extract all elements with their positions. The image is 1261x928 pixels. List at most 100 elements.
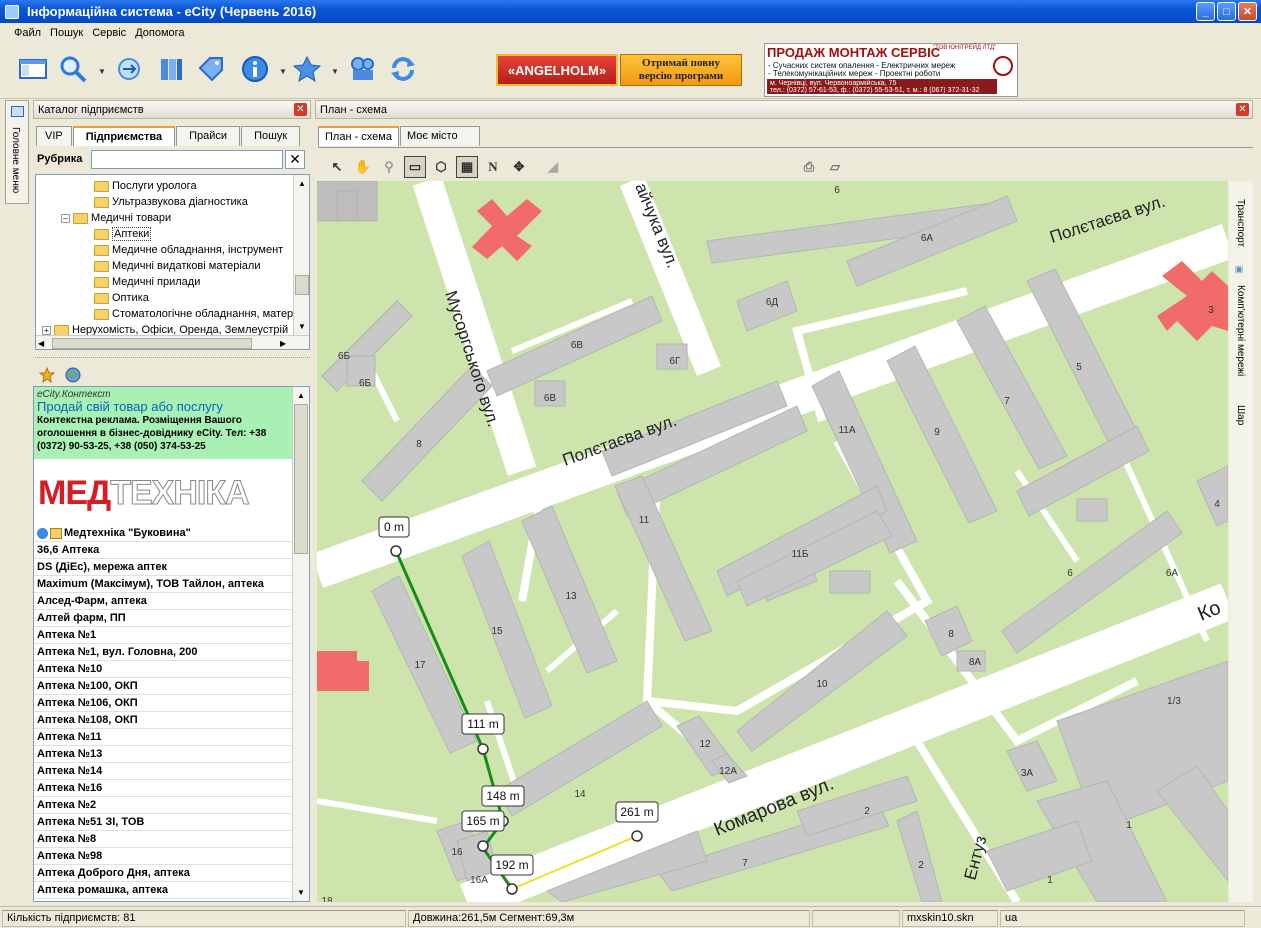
scroll-thumb[interactable] xyxy=(295,275,309,295)
list-item[interactable]: 36,6 Аптека xyxy=(34,542,292,559)
list-item[interactable]: Аптека №10 xyxy=(34,661,292,678)
tab-search[interactable]: Пошук xyxy=(241,126,301,146)
list-item[interactable]: Аптека Доброго Дня, аптека xyxy=(34,865,292,882)
tab-prices[interactable]: Прайси xyxy=(176,126,241,146)
menu-help[interactable]: Допомога xyxy=(135,27,184,39)
list-item[interactable]: DS (ДіЕс), мережа аптек xyxy=(34,559,292,576)
search-dropdown-arrow[interactable]: ▼ xyxy=(98,67,106,76)
menu-file[interactable]: Файл xyxy=(14,27,41,39)
film-icon[interactable] xyxy=(346,53,380,85)
cube-3d-icon[interactable]: ⬡ xyxy=(430,156,452,178)
tree-item-urology[interactable]: Послуги уролога xyxy=(94,178,197,194)
scroll-right-icon[interactable]: ▶ xyxy=(280,339,286,348)
scroll-up-icon[interactable]: ▲ xyxy=(294,175,309,191)
globe-icon[interactable] xyxy=(65,367,81,383)
tree-item-pharmacies[interactable]: Аптеки xyxy=(94,226,152,242)
list-item[interactable]: Аптека №11 xyxy=(34,729,292,746)
city-map[interactable]: Полєтаєва вул. Мусоргського вул. Полєтає… xyxy=(317,181,1228,902)
list-item[interactable]: Аптека №106, ОКП xyxy=(34,695,292,712)
tree-item-ultrasound[interactable]: Ультразвукова діагностика xyxy=(94,194,248,210)
context-ad-headline: Продай свій товар або послугу xyxy=(37,399,223,414)
maximize-button[interactable]: □ xyxy=(1217,2,1236,21)
price-tag-icon[interactable] xyxy=(194,53,228,85)
list-item[interactable]: Алтей фарм, ПП xyxy=(34,610,292,627)
rubric-input[interactable] xyxy=(91,150,283,169)
list-item[interactable]: Алсед-Фарм, аптека xyxy=(34,593,292,610)
menu-service[interactable]: Сервіс xyxy=(92,27,126,39)
close-button[interactable]: ✕ xyxy=(1238,2,1257,21)
tree-vertical-scrollbar[interactable]: ▲ ▼ xyxy=(293,175,309,335)
expand-icon[interactable]: + xyxy=(42,325,51,335)
zoom-icon[interactable]: ⚲ xyxy=(378,156,400,178)
list-vertical-scrollbar[interactable]: ▲ ▼ xyxy=(292,387,309,901)
list-item[interactable]: Аптека №108, ОКП xyxy=(34,712,292,729)
scroll-down-icon[interactable]: ▼ xyxy=(293,884,309,900)
list-item[interactable]: Maximum (Максімум), ТОВ Тайлон, аптека xyxy=(34,576,292,593)
scroll-left-icon[interactable]: ◀ xyxy=(38,339,44,348)
list-item[interactable]: Аптека №8 xyxy=(34,831,292,848)
list-item[interactable]: Аптека №13 xyxy=(34,746,292,763)
catalog-close-icon[interactable]: ✕ xyxy=(294,103,307,116)
tab-vip[interactable]: VIP xyxy=(36,126,72,146)
tab-enterprises[interactable]: Підприємства xyxy=(72,126,176,146)
tab-computer-networks[interactable]: Комп'ютерні мережі xyxy=(1235,285,1246,376)
collapse-icon[interactable]: – xyxy=(61,213,70,223)
hscroll-thumb[interactable] xyxy=(52,338,252,349)
eraser-icon[interactable]: ◢ xyxy=(542,156,564,178)
favorites-star-icon[interactable] xyxy=(290,53,324,85)
catalog-books-icon[interactable] xyxy=(154,53,188,85)
tab-layer[interactable]: Шар xyxy=(1235,405,1246,425)
tree-horizontal-scrollbar[interactable]: ◀ ▶ xyxy=(36,335,309,349)
list-item[interactable]: Медтехніка "Буковина" xyxy=(34,525,292,542)
pointer-icon[interactable]: ↖ xyxy=(326,156,348,178)
list-item[interactable]: Аптека №1 xyxy=(34,627,292,644)
export-icon[interactable]: ▱ xyxy=(824,156,846,178)
tab-plan-scheme[interactable]: План - схема xyxy=(318,126,399,146)
tree-item-optics[interactable]: Оптика xyxy=(94,290,149,306)
list-item[interactable]: Аптека №100, ОКП xyxy=(34,678,292,695)
unitrade-banner[interactable]: ПРОДАЖ МОНТАЖ СЕРВІС "ТОВ ЮНІТРЕЙД ЛТД" … xyxy=(764,43,1018,97)
list-item[interactable]: Аптека №14 xyxy=(34,763,292,780)
scroll-up-icon[interactable]: ▲ xyxy=(293,387,309,403)
tree-item-equipment[interactable]: Медичне обладнання, інструмент xyxy=(94,242,283,258)
list-item[interactable]: Аптека ромашка, аптека xyxy=(34,882,292,899)
info-dropdown-arrow[interactable]: ▼ xyxy=(279,67,287,76)
grid-icon[interactable]: ▦ xyxy=(456,156,478,178)
scroll-down-icon[interactable]: ▼ xyxy=(294,318,309,334)
list-item[interactable]: Аптека №16 xyxy=(34,780,292,797)
menu-search[interactable]: Пошук xyxy=(50,27,83,39)
angelholm-ad[interactable]: «ANGELHOLM» xyxy=(496,54,618,86)
move-arrows-icon[interactable]: ✥ xyxy=(508,156,530,178)
full-version-ad[interactable]: Отримай повну версію програми xyxy=(620,54,742,86)
main-menu-strip[interactable]: Головне меню xyxy=(5,100,29,204)
context-ad[interactable]: eCity.Контекст Продай свій товар або пос… xyxy=(34,387,292,459)
search-icon[interactable] xyxy=(56,53,90,85)
list-item[interactable]: Аптека №2 xyxy=(34,797,292,814)
tree-item-medical-goods[interactable]: – Медичні товари xyxy=(61,210,171,226)
rubric-clear-icon[interactable]: ✕ xyxy=(285,150,305,169)
panel-splitter[interactable] xyxy=(35,352,310,358)
tree-item-consumables[interactable]: Медичні видаткові матеріали xyxy=(94,258,260,274)
transfer-icon[interactable] xyxy=(112,53,146,85)
list-item[interactable]: Аптека №51 ЗІ, ТОВ xyxy=(34,814,292,831)
refresh-icon[interactable] xyxy=(386,53,420,85)
info-icon[interactable] xyxy=(238,53,272,85)
list-item[interactable]: Аптека №98 xyxy=(34,848,292,865)
favorites-add-icon[interactable] xyxy=(39,367,55,383)
list-item[interactable]: Аптека №1, вул. Головна, 200 xyxy=(34,644,292,661)
card-icon[interactable] xyxy=(50,527,62,539)
print-icon[interactable]: ⎙ xyxy=(798,156,820,178)
info-icon[interactable] xyxy=(37,527,48,539)
scroll-thumb[interactable] xyxy=(294,404,308,554)
map-close-icon[interactable]: ✕ xyxy=(1236,103,1249,116)
north-icon[interactable]: N xyxy=(482,156,504,178)
minimize-button[interactable]: _ xyxy=(1196,2,1215,21)
hand-pan-icon[interactable]: ✋ xyxy=(352,156,374,178)
tree-item-devices[interactable]: Медичні прилади xyxy=(94,274,200,290)
tree-item-dental[interactable]: Стоматологічне обладнання, матер xyxy=(94,306,293,322)
favorites-dropdown-arrow[interactable]: ▼ xyxy=(331,67,339,76)
tab-transport[interactable]: Транспорт xyxy=(1235,199,1246,247)
tab-my-city[interactable]: Моє місто xyxy=(399,126,480,146)
measure-ruler-icon[interactable]: ▭ xyxy=(404,156,426,178)
main-menu-toggle-icon[interactable] xyxy=(16,53,50,85)
